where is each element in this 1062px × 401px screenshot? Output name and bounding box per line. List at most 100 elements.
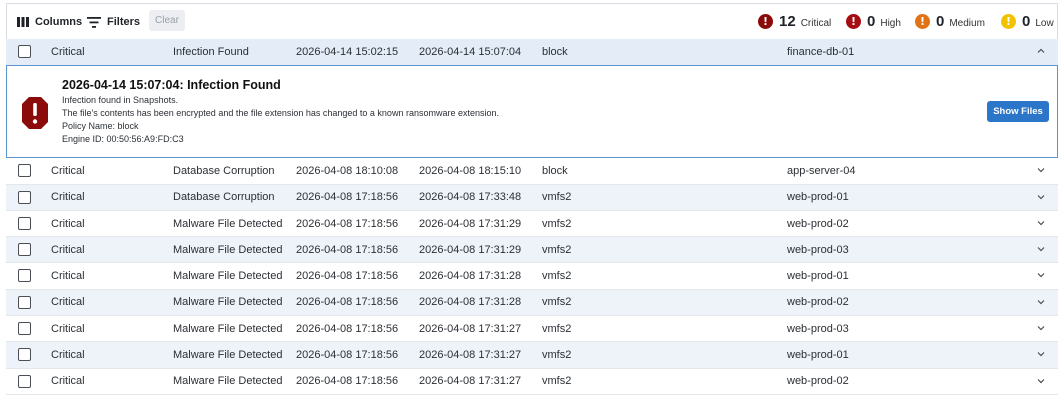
medium-alert-icon: !	[915, 14, 930, 29]
type-cell: Malware File Detected	[173, 296, 283, 309]
host-cell: web-prod-01	[787, 191, 849, 204]
severity-cell: Critical	[51, 349, 85, 362]
row-checkbox[interactable]	[18, 216, 31, 230]
row-checkbox[interactable]	[18, 243, 31, 257]
show-files-button[interactable]: Show Files	[987, 101, 1049, 123]
start-time-cell: 2026-04-08 17:18:56	[296, 270, 399, 283]
chevron-up-icon[interactable]	[1036, 46, 1046, 56]
table-row[interactable]: Critical Malware File Detected 2026-04-08 …	[6, 263, 1058, 290]
table-row[interactable]: Critical Malware File Detected 2026-04-08 …	[6, 342, 1058, 369]
severity-cell: Critical	[51, 296, 85, 309]
type-cell: Malware File Detected	[173, 349, 283, 362]
policy-cell: vmfs2	[542, 191, 572, 204]
chevron-down-icon[interactable]	[1036, 218, 1046, 228]
severity-low[interactable]: ! 0 Low	[1001, 13, 1054, 30]
row-checkbox[interactable]	[18, 164, 31, 178]
table-row[interactable]: Critical Malware File Detected 2026-04-08 …	[6, 368, 1058, 395]
host-cell: web-prod-03	[787, 243, 849, 256]
type-cell: Database Corruption	[173, 164, 275, 177]
end-time-cell: 2026-04-08 17:31:29	[419, 243, 522, 256]
row-checkbox[interactable]	[18, 190, 31, 204]
row-checkbox[interactable]	[18, 348, 31, 362]
detail-engine-id: Engine ID: 00:50:56:A9:FD:C3	[62, 134, 184, 145]
end-time-cell: 2026-04-08 17:31:27	[419, 322, 522, 335]
host-cell: web-prod-01	[787, 270, 849, 283]
start-time-cell: 2026-04-08 17:18:56	[296, 217, 399, 230]
severity-cell: Critical	[51, 191, 85, 204]
chevron-down-icon[interactable]	[1036, 349, 1046, 359]
chevron-down-icon[interactable]	[1036, 192, 1046, 202]
chevron-down-icon[interactable]	[1036, 244, 1046, 254]
severity-critical[interactable]: ! 12 Critical	[758, 13, 831, 30]
table-row[interactable]: Critical Database Corruption 2026-04-08 17…	[6, 184, 1058, 211]
policy-cell: vmfs2	[542, 243, 572, 256]
table-row[interactable]: Critical Malware File Detected 2026-04-08 …	[6, 237, 1058, 264]
alerts-table: Critical Infection Found 2026-04-14 15:0…	[6, 39, 1058, 395]
alert-detail-panel: 2026-04-14 15:07:04: Infection Found Inf…	[6, 65, 1058, 159]
clear-button[interactable]: Clear	[149, 10, 185, 31]
end-time-cell: 2026-04-08 17:33:48	[419, 191, 522, 204]
table-row[interactable]: Critical Database Corruption 2026-04-08 18…	[6, 158, 1058, 185]
table-row-expanded[interactable]: Critical Infection Found 2026-04-14 15:0…	[6, 39, 1058, 66]
critical-alert-icon: !	[758, 14, 773, 29]
severity-cell: Critical	[51, 322, 85, 335]
row-checkbox[interactable]	[18, 45, 31, 58]
policy-cell: vmfs2	[542, 217, 572, 230]
host-cell: app-server-04	[787, 164, 856, 177]
high-count: 0	[867, 13, 876, 30]
severity-cell: Critical	[51, 375, 85, 388]
high-label: High	[880, 17, 901, 29]
start-time-cell: 2026-04-08 17:18:56	[296, 322, 399, 335]
end-time-cell: 2026-04-08 17:31:27	[419, 375, 522, 388]
row-checkbox[interactable]	[18, 295, 31, 309]
detail-description: The file's contents has been encrypted a…	[62, 108, 499, 119]
severity-cell: Critical	[51, 217, 85, 230]
low-label: Low	[1035, 17, 1054, 29]
columns-icon	[17, 17, 29, 27]
start-time-cell: 2026-04-08 17:18:56	[296, 296, 399, 309]
start-time-cell: 2026-04-14 15:02:15	[296, 46, 399, 59]
type-cell: Malware File Detected	[173, 375, 283, 388]
host-cell: web-prod-02	[787, 375, 849, 388]
columns-button[interactable]: Columns	[17, 12, 82, 32]
severity-cell: Critical	[51, 270, 85, 283]
critical-alert-icon	[22, 97, 48, 130]
severity-medium[interactable]: ! 0 Medium	[915, 13, 985, 30]
chevron-down-icon[interactable]	[1036, 376, 1046, 386]
critical-label: Critical	[800, 17, 832, 29]
start-time-cell: 2026-04-08 17:18:56	[296, 349, 399, 362]
chevron-down-icon[interactable]	[1036, 323, 1046, 333]
start-time-cell: 2026-04-08 17:18:56	[296, 243, 399, 256]
severity-cell: Critical	[51, 243, 85, 256]
end-time-cell: 2026-04-08 17:31:28	[419, 296, 522, 309]
filter-icon	[87, 16, 101, 28]
chevron-down-icon[interactable]	[1036, 270, 1046, 280]
policy-cell: vmfs2	[542, 375, 572, 388]
host-cell: web-prod-02	[787, 217, 849, 230]
filters-button[interactable]: Filters	[87, 12, 140, 32]
chevron-down-icon[interactable]	[1036, 297, 1046, 307]
row-checkbox[interactable]	[18, 322, 31, 336]
severity-cell: Critical	[51, 46, 85, 59]
table-row[interactable]: Critical Malware File Detected 2026-04-08 …	[6, 210, 1058, 238]
type-cell: Database Corruption	[173, 191, 275, 204]
table-row[interactable]: Critical Malware File Detected 2026-04-08 …	[6, 289, 1058, 317]
end-time-cell: 2026-04-14 15:07:04	[419, 46, 522, 59]
chevron-down-icon[interactable]	[1036, 165, 1046, 175]
critical-count: 12	[779, 13, 796, 30]
severity-cell: Critical	[51, 164, 85, 177]
type-cell: Malware File Detected	[173, 217, 283, 230]
host-cell: web-prod-02	[787, 296, 849, 309]
detail-title: 2026-04-14 15:07:04: Infection Found	[62, 78, 281, 93]
row-checkbox[interactable]	[18, 374, 31, 388]
policy-cell: vmfs2	[542, 322, 572, 335]
detail-policy: Policy Name: block	[62, 121, 139, 132]
type-cell: Malware File Detected	[173, 270, 283, 283]
end-time-cell: 2026-04-08 17:31:27	[419, 349, 522, 362]
low-count: 0	[1022, 13, 1031, 30]
type-cell: Malware File Detected	[173, 322, 283, 335]
severity-high[interactable]: ! 0 High	[846, 13, 901, 30]
filters-label: Filters	[107, 16, 141, 28]
row-checkbox[interactable]	[18, 269, 31, 283]
table-row[interactable]: Critical Malware File Detected 2026-04-08 …	[6, 316, 1058, 343]
